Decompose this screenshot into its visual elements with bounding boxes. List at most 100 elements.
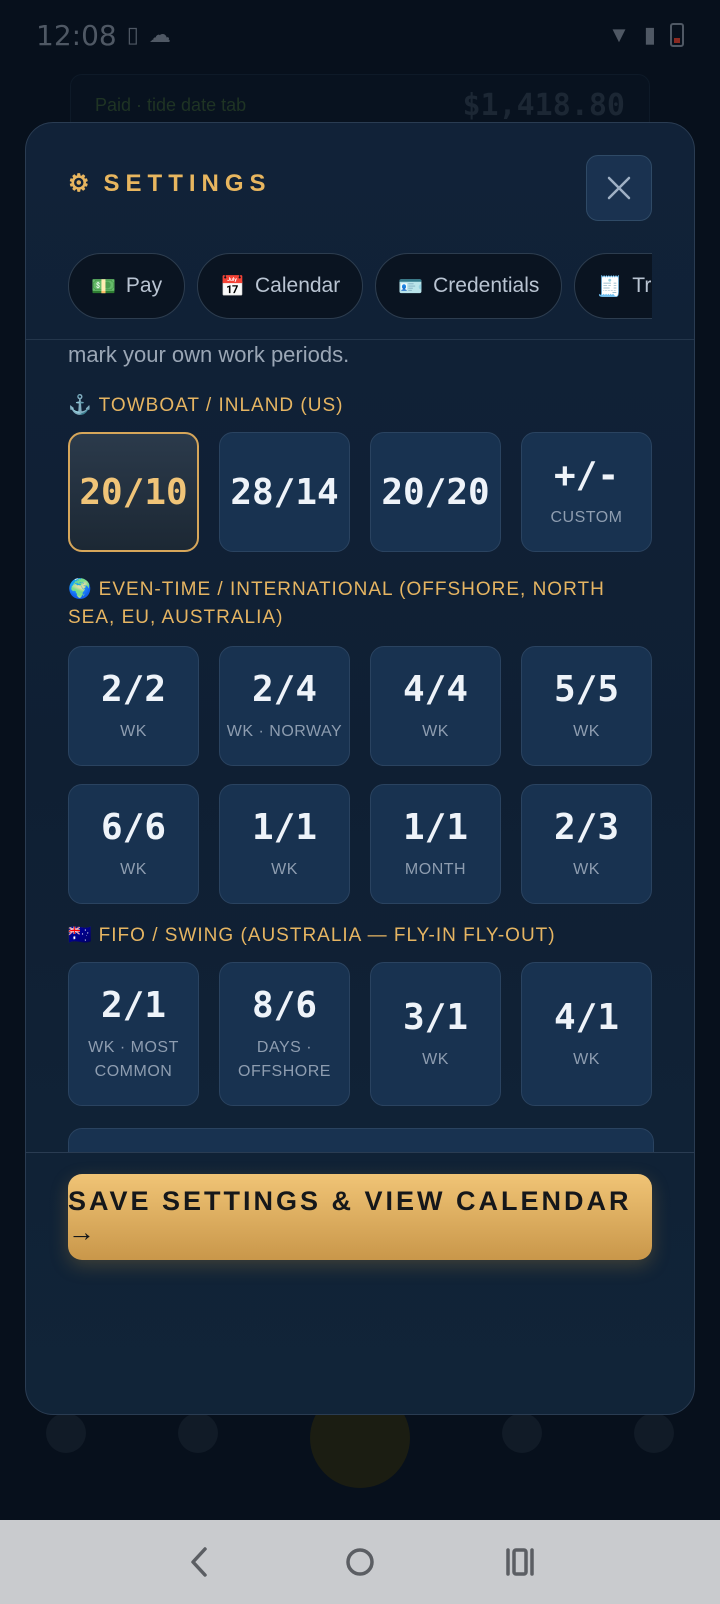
rotation-value: 4/4	[402, 668, 469, 710]
rotation-option-5-5[interactable]: 5/5 WK	[521, 646, 652, 766]
globe-icon: 🌍	[68, 579, 93, 600]
rotation-sub: DAYS · OFFSHORE	[238, 1038, 331, 1080]
section-label-fifo: 🇦🇺 FIFO / SWING (AUSTRALIA — FLY-IN FLY-O…	[68, 922, 652, 950]
footer-divider	[26, 1152, 694, 1153]
modal-title: ⚙ SETTINGS	[68, 169, 272, 198]
rotation-value: 6/6	[100, 806, 167, 848]
section-label-text: FIFO / SWING (AUSTRALIA — FLY-IN FLY-OUT…	[98, 925, 556, 946]
background-nav-item	[178, 1413, 218, 1463]
recents-button[interactable]	[490, 1532, 550, 1592]
rotation-sub: WK	[573, 1050, 600, 1068]
close-icon	[607, 176, 631, 200]
rotation-option-3-1[interactable]: 3/1 WK	[370, 962, 501, 1106]
tab-label: Travel	[632, 274, 652, 297]
rotation-option-20-20[interactable]: 20/20	[370, 432, 501, 552]
battery-icon	[670, 23, 684, 47]
partial-card[interactable]	[68, 1128, 654, 1152]
tab-credentials[interactable]: 🪪 Credentials	[375, 253, 563, 319]
rotation-value: +/-	[553, 454, 620, 496]
section-label-text: TOWBOAT / INLAND (US)	[98, 395, 344, 416]
sim-icon: ▯	[126, 22, 139, 48]
close-button[interactable]	[586, 155, 652, 221]
tab-label: Credentials	[433, 274, 540, 297]
rotation-sub: WK · NORWAY	[226, 722, 343, 740]
background-banner-amount: $1,418.80	[462, 87, 625, 123]
rotation-option-custom[interactable]: +/- CUSTOM	[521, 432, 652, 552]
rotation-sub: WK	[573, 860, 600, 878]
back-button[interactable]	[170, 1532, 230, 1592]
section-label-even-time: 🌍 EVEN-TIME / INTERNATIONAL (OFFSHORE, NO…	[68, 576, 652, 632]
save-settings-button[interactable]: SAVE SETTINGS & VIEW CALENDAR →	[68, 1174, 652, 1260]
section-label-towboat: ⚓ TOWBOAT / INLAND (US)	[68, 392, 652, 420]
receipt-icon: 🧾	[597, 275, 623, 298]
calendar-icon: 📅	[220, 275, 245, 298]
rotation-value: 1/1	[402, 806, 469, 848]
tab-label: Pay	[125, 274, 163, 297]
rotation-option-20-10[interactable]: 20/10	[68, 432, 199, 552]
australia-flag-icon: 🇦🇺	[68, 925, 93, 946]
rotation-grid-fifo: 2/1 WK · MOST COMMON 8/6 DAYS · OFFSHORE…	[68, 962, 654, 1106]
rotation-value: 2/4	[251, 668, 318, 710]
background-banner-text: Paid · tide date tab	[95, 94, 247, 115]
recents-icon	[506, 1548, 534, 1576]
signal-icon: ▮	[643, 22, 656, 47]
rotation-value: 28/14	[230, 471, 339, 513]
rotation-sub: WK	[120, 860, 147, 878]
rotation-option-1-1-wk[interactable]: 1/1 WK	[219, 784, 350, 904]
rotation-sub: WK	[271, 860, 298, 878]
tab-travel[interactable]: 🧾 Travel	[574, 253, 652, 319]
section-label-text: EVEN-TIME / INTERNATIONAL (OFFSHORE, NOR…	[68, 579, 605, 628]
background-nav-item	[46, 1413, 86, 1463]
rotation-value: 8/6	[251, 984, 318, 1026]
modal-title-text: SETTINGS	[103, 169, 272, 197]
section-intro-text: mark your own work periods.	[68, 342, 350, 367]
rotation-sub: WK · MOST COMMON	[88, 1038, 179, 1080]
settings-modal: ⚙ SETTINGS 💵 Pay 📅 Calendar 🪪 Credential…	[25, 122, 695, 1415]
background-nav-item	[502, 1413, 542, 1463]
rotation-option-28-14[interactable]: 28/14	[219, 432, 350, 552]
rotation-option-2-3[interactable]: 2/3 WK	[521, 784, 652, 904]
rotation-value: 1/1	[251, 806, 318, 848]
id-card-icon: 🪪	[398, 275, 424, 298]
money-icon: 💵	[91, 275, 116, 298]
rotation-value: 4/1	[553, 996, 620, 1038]
modal-header: ⚙ SETTINGS	[26, 123, 694, 233]
rotation-option-2-2[interactable]: 2/2 WK	[68, 646, 199, 766]
tab-label: Calendar	[255, 274, 341, 297]
rotation-option-4-4[interactable]: 4/4 WK	[370, 646, 501, 766]
wifi-icon: ▼	[608, 22, 630, 47]
rotation-grid-even-time: 2/2 WK 2/4 WK · NORWAY 4/4 WK 5/5 WK 6/6…	[68, 646, 654, 904]
rotation-value: 5/5	[553, 668, 620, 710]
rotation-value: 2/3	[553, 806, 620, 848]
rotation-sub: WK	[120, 722, 147, 740]
rotation-sub: MONTH	[404, 860, 467, 878]
rotation-value: 3/1	[402, 996, 469, 1038]
tab-pay[interactable]: 💵 Pay	[68, 253, 186, 319]
rotation-option-2-4[interactable]: 2/4 WK · NORWAY	[219, 646, 350, 766]
rotation-sub: WK	[422, 1050, 449, 1068]
rotation-option-2-1[interactable]: 2/1 WK · MOST COMMON	[68, 962, 199, 1106]
rotation-grid-towboat: 20/10 28/14 20/20 +/- CUSTOM	[68, 432, 654, 552]
rotation-value: 20/10	[79, 471, 188, 513]
back-icon	[191, 1547, 207, 1577]
background-nav-item	[634, 1413, 674, 1463]
rotation-option-4-1[interactable]: 4/1 WK	[521, 962, 652, 1106]
cloud-icon: ☁	[148, 22, 171, 48]
rotation-sub: CUSTOM	[550, 508, 623, 526]
home-button[interactable]	[330, 1532, 390, 1592]
gear-icon: ⚙	[68, 170, 90, 197]
rotation-sub: WK	[422, 722, 449, 740]
rotation-option-1-1-month[interactable]: 1/1 MONTH	[370, 784, 501, 904]
rotation-value: 2/1	[100, 984, 167, 1026]
home-icon	[346, 1548, 374, 1576]
rotation-value: 20/20	[381, 471, 490, 513]
settings-tabs: 💵 Pay 📅 Calendar 🪪 Credentials 🧾 Travel	[68, 253, 652, 319]
rotation-option-6-6[interactable]: 6/6 WK	[68, 784, 199, 904]
rotation-value: 2/2	[100, 668, 167, 710]
system-nav-bar	[0, 1520, 720, 1604]
tab-calendar[interactable]: 📅 Calendar	[197, 253, 364, 319]
rotation-option-8-6[interactable]: 8/6 DAYS · OFFSHORE	[219, 962, 350, 1106]
settings-scroll-area[interactable]: mark your own work periods. ⚓ TOWBOAT / I…	[26, 340, 694, 1152]
status-time: 12:08	[36, 18, 117, 52]
status-bar: 12:08 ▯ ☁ ▼ ▮	[0, 0, 720, 70]
